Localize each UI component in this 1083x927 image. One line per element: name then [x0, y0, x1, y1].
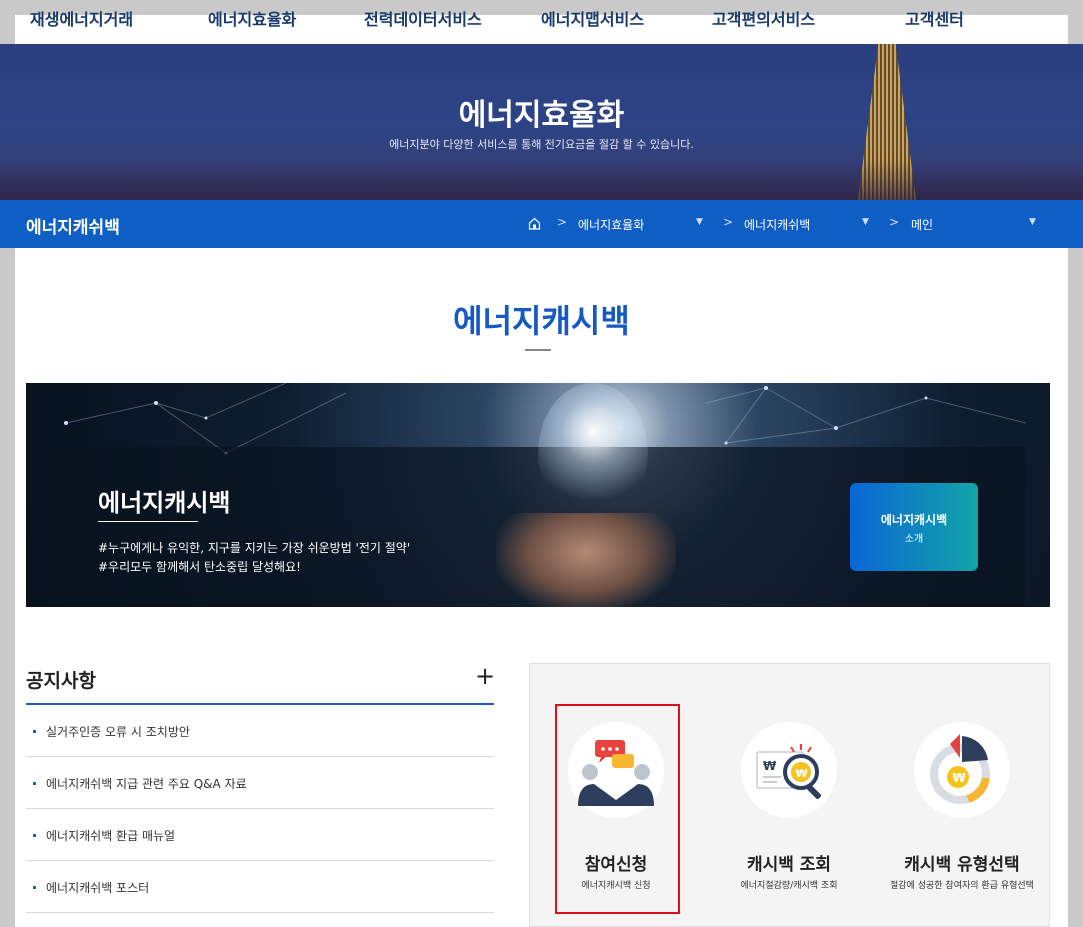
- breadcrumb-level2[interactable]: 에너지캐쉬백: [744, 216, 810, 233]
- notice-list: 실거주인증 오류 시 조치방안 에너지캐쉬백 지급 관련 주요 Q&A 자료 에…: [26, 705, 494, 913]
- type-service-subtitle: 절감에 성공한 참여자의 환급 유형선택: [890, 881, 1034, 891]
- lookup-service-subtitle: 에너지절감량/캐시백 조회: [740, 881, 838, 891]
- bullet-icon: [33, 782, 36, 785]
- nav-item-energy-map[interactable]: 에너지맵서비스: [541, 6, 644, 30]
- top-navigation: 재생에너지거래 에너지효율화 전력데이터서비스 에너지맵서비스 고객편의서비스 …: [0, 0, 1083, 45]
- bullet-icon: [33, 834, 36, 837]
- nav-item-power-data[interactable]: 전력데이터서비스: [364, 6, 482, 30]
- breadcrumb-level1[interactable]: 에너지효율화: [578, 216, 644, 233]
- highlight-box: [555, 704, 680, 914]
- city-skyline: [0, 160, 1083, 200]
- nav-item-energy-efficiency[interactable]: 에너지효율화: [208, 6, 296, 30]
- lightbulb-image: [538, 383, 648, 523]
- list-item[interactable]: 에너지캐쉬백 환급 매뉴얼: [26, 809, 494, 861]
- magnifier-coin-icon: ₩ ₩: [756, 744, 821, 799]
- hand-image: [496, 513, 676, 607]
- banner-underline: [98, 521, 198, 522]
- list-item[interactable]: 에너지캐쉬백 지급 관련 주요 Q&A 자료: [26, 757, 494, 809]
- banner-title: 에너지캐시백: [98, 489, 231, 517]
- chevron-down-icon[interactable]: ▼: [862, 217, 869, 227]
- notice-title: 공지사항: [26, 670, 96, 692]
- notice-more-button[interactable]: +: [475, 664, 495, 688]
- breadcrumb-separator: >: [557, 215, 568, 229]
- nav-item-renewable-trade[interactable]: 재생에너지거래: [30, 6, 133, 30]
- svg-text:₩: ₩: [796, 767, 808, 780]
- cashback-intro-button[interactable]: 에너지캐시백 소개: [850, 483, 978, 571]
- svg-text:₩: ₩: [953, 771, 967, 785]
- nav-item-customer-center[interactable]: 고객센터: [905, 6, 964, 30]
- list-item[interactable]: 에너지캐쉬백 포스터: [26, 861, 494, 913]
- banner-text-line1: #누구에게나 유익한, 지구를 지키는 가장 쉬운방법 '전기 절약': [98, 541, 411, 555]
- hero-banner: 에너지효율화 에너지분야 다양한 서비스를 통해 전기요금을 절감 할 수 있습…: [0, 44, 1083, 200]
- section-title: 에너지캐쉬백: [26, 218, 120, 238]
- cashback-banner: 에너지캐시백 #누구에게나 유익한, 지구를 지키는 가장 쉬운방법 '전기 절…: [26, 383, 1050, 607]
- notice-item-text[interactable]: 에너지캐쉬백 지급 관련 주요 Q&A 자료: [46, 775, 247, 792]
- bullet-icon: [33, 730, 36, 733]
- nav-item-customer-convenience[interactable]: 고객편의서비스: [712, 6, 815, 30]
- home-icon[interactable]: [528, 217, 541, 230]
- type-service-button[interactable]: ₩: [914, 722, 1010, 818]
- lookup-service-button[interactable]: ₩ ₩: [741, 722, 837, 818]
- breadcrumb-separator: >: [723, 215, 734, 229]
- notice-item-text[interactable]: 실거주인증 오류 시 조치방안: [46, 723, 190, 740]
- chevron-down-icon[interactable]: ▼: [696, 217, 703, 227]
- notice-item-text[interactable]: 에너지캐쉬백 포스터: [46, 879, 149, 896]
- page-title: 에너지캐시백: [453, 302, 630, 340]
- hero-subtitle: 에너지분야 다양한 서비스를 통해 전기요금을 절감 할 수 있습니다.: [389, 138, 694, 151]
- intro-button-sublabel: 소개: [904, 534, 924, 545]
- breadcrumb-separator: >: [889, 215, 900, 229]
- pie-coin-icon: ₩: [930, 734, 990, 804]
- title-divider: [525, 349, 551, 351]
- lookup-service-title[interactable]: 캐시백 조회: [729, 850, 849, 875]
- section-bar: 에너지캐쉬백 > 에너지효율화 ▼ > 에너지캐쉬백 ▼ > 메인 ▼: [0, 200, 1083, 248]
- intro-button-label: 에너지캐시백: [880, 513, 948, 527]
- breadcrumb-level3[interactable]: 메인: [911, 216, 933, 233]
- bullet-icon: [33, 886, 36, 889]
- banner-text-line2: #우리모두 함께해서 탄소중립 달성해요!: [98, 560, 301, 574]
- svg-text:₩: ₩: [763, 759, 777, 773]
- chevron-down-icon[interactable]: ▼: [1029, 217, 1036, 227]
- type-service-title[interactable]: 캐시백 유형선택: [892, 850, 1032, 875]
- hero-title: 에너지효율화: [458, 98, 625, 133]
- notice-item-text[interactable]: 에너지캐쉬백 환급 매뉴얼: [46, 827, 175, 844]
- list-item[interactable]: 실거주인증 오류 시 조치방안: [26, 705, 494, 757]
